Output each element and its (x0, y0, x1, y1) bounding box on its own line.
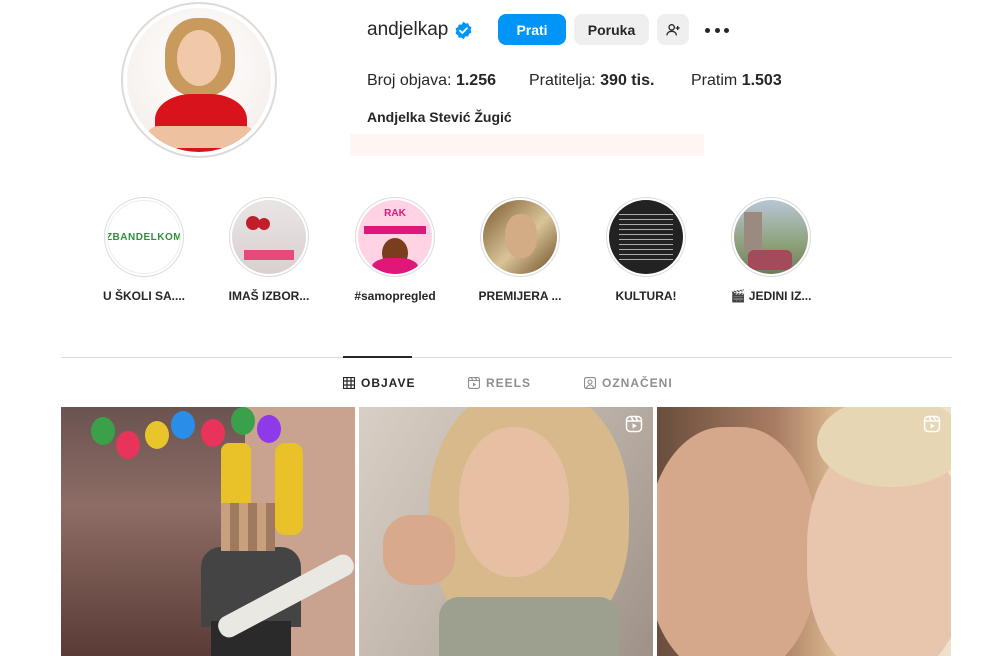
more-options-icon[interactable] (705, 20, 729, 40)
tab-posts[interactable]: OBJAVE (343, 375, 415, 391)
tab-reels[interactable]: REELS (468, 375, 531, 391)
highlight-cover: RAK (355, 197, 435, 277)
blurred-face (221, 503, 275, 551)
highlight-item[interactable]: RAK #samopregled (353, 197, 437, 303)
highlight-item[interactable]: KULTURA! (604, 197, 688, 303)
tab-tagged[interactable]: OZNAČENI (584, 375, 673, 391)
avatar-image (127, 8, 271, 152)
tabs-divider (61, 357, 952, 358)
highlight-cover (731, 197, 811, 277)
message-button[interactable]: Poruka (574, 14, 649, 45)
reels-icon (468, 377, 480, 389)
reel-icon (625, 415, 643, 433)
highlight-cover (480, 197, 560, 277)
username: andjelkap (367, 19, 449, 40)
highlight-label: 🎬 JEDINI IZ... (730, 289, 812, 303)
suggested-users-button[interactable] (657, 14, 689, 45)
highlight-item[interactable]: IMAŠ IZBOR... (227, 197, 311, 303)
street-photo-icon (734, 200, 808, 274)
highlight-label: #samopregled (354, 289, 436, 303)
highlight-cover (229, 197, 309, 277)
tab-reels-label: REELS (486, 376, 532, 390)
highlight-label: U ŠKOLI SA.... (102, 289, 185, 303)
post-thumbnail[interactable] (657, 407, 951, 656)
highlight-label: PREMIJERA ... (478, 289, 562, 303)
tab-posts-label: OBJAVE (361, 376, 416, 390)
portrait-icon (483, 200, 557, 274)
highlight-label: IMAŠ IZBOR... (228, 289, 310, 303)
posts-count: Broj objava: 1.256 (367, 72, 496, 89)
highlight-item[interactable]: 🎬 JEDINI IZ... (729, 197, 813, 303)
highlight-cover (606, 197, 686, 277)
highlight-item[interactable]: ZBANDELKOM U ŠKOLI SA.... (102, 197, 186, 303)
profile-avatar[interactable] (121, 2, 277, 158)
following-count[interactable]: Pratim 1.503 (691, 72, 782, 90)
tagged-icon (584, 377, 596, 389)
post-thumbnail[interactable] (61, 407, 355, 656)
text-note-icon (609, 200, 683, 274)
active-tab-indicator (343, 356, 412, 358)
school-logo-icon: ZBANDELKOM (107, 200, 181, 274)
add-user-icon (666, 23, 680, 35)
cherries-icon (232, 200, 306, 274)
bio-area (350, 134, 704, 156)
full-name: Andjelka Stević Žugić (367, 109, 512, 125)
verified-badge-icon (455, 21, 472, 40)
reel-icon (923, 415, 941, 433)
highlight-label: KULTURA! (615, 289, 677, 303)
highlight-cover: ZBANDELKOM (104, 197, 184, 277)
tab-tagged-label: OZNAČENI (602, 376, 673, 390)
follow-button[interactable]: Prati (498, 14, 566, 45)
post-thumbnail[interactable] (359, 407, 653, 656)
followers-count[interactable]: Pratitelja: 390 tis. (529, 72, 654, 90)
grid-icon (343, 377, 355, 389)
rak-campaign-icon: RAK (358, 200, 432, 274)
highlight-item[interactable]: PREMIJERA ... (478, 197, 562, 303)
